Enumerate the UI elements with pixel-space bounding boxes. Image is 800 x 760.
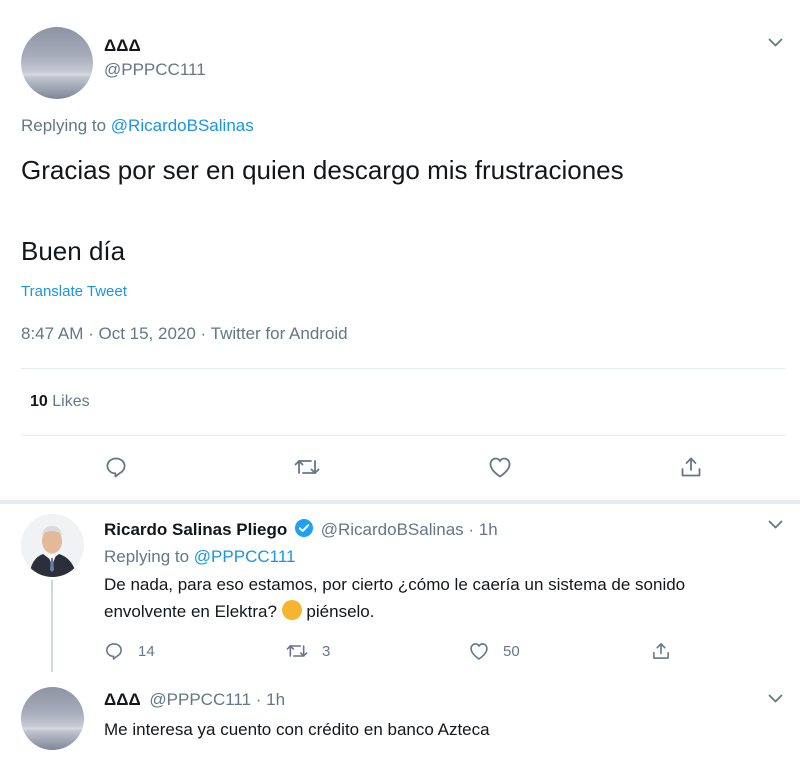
person-photo-icon xyxy=(21,514,84,577)
like-icon[interactable] xyxy=(487,455,513,479)
handle[interactable]: @PPPCC111 xyxy=(104,60,206,80)
display-name[interactable]: ΔΔΔ xyxy=(104,36,141,56)
handle[interactable]: @RicardoBSalinas xyxy=(321,520,464,539)
thinking-face-emoji: 🤔 xyxy=(281,600,302,620)
replying-to-link[interactable]: @RicardoBSalinas xyxy=(111,116,254,135)
tweet-text-line-2: Buen día xyxy=(21,236,126,266)
retweet-icon[interactable] xyxy=(294,455,320,479)
section-separator xyxy=(0,500,800,504)
tweet-text-line-2: envolvente en Elektra? 🤔 piénselo. xyxy=(104,600,374,622)
chevron-down-icon[interactable] xyxy=(768,38,783,48)
reply-icon[interactable] xyxy=(104,641,124,661)
replying-to: Replying to @RicardoBSalinas xyxy=(21,116,254,136)
reply-count: 14 xyxy=(138,642,155,660)
replying-to-label: Replying to xyxy=(104,547,190,566)
display-name[interactable]: Ricardo Salinas Pliego xyxy=(104,520,287,539)
thread-line xyxy=(51,580,53,672)
translate-tweet-link[interactable]: Translate Tweet xyxy=(21,283,127,300)
like-icon[interactable] xyxy=(468,641,490,661)
reply-action[interactable]: 14 xyxy=(104,641,155,661)
tweet-text: Me interesa ya cuento con crédito en ban… xyxy=(104,720,490,739)
tweet-time[interactable]: · 1h xyxy=(468,520,497,539)
display-name[interactable]: ΔΔΔ xyxy=(104,690,141,709)
tweet-text-line-1: De nada, para eso estamos, por cierto ¿c… xyxy=(104,575,686,594)
replying-to-label: Replying to xyxy=(21,116,107,135)
likes-summary[interactable]: 10 Likes xyxy=(30,393,90,411)
divider xyxy=(21,368,786,369)
retweet-action[interactable]: 3 xyxy=(286,641,330,661)
reply-icon[interactable] xyxy=(104,455,128,479)
avatar[interactable] xyxy=(21,27,93,99)
tweet-text-part: piénselo. xyxy=(306,602,375,621)
avatar[interactable] xyxy=(21,514,84,577)
tweet-text-part: envolvente en Elektra? xyxy=(104,602,277,621)
share-icon[interactable] xyxy=(651,641,671,661)
verified-badge-icon xyxy=(294,518,314,538)
tweet-text-line-1: Gracias por ser en quien descargo mis fr… xyxy=(21,155,624,185)
likes-label: Likes xyxy=(52,393,90,410)
like-count: 50 xyxy=(503,642,520,660)
like-action[interactable]: 50 xyxy=(468,641,520,661)
divider xyxy=(21,435,786,436)
likes-count: 10 xyxy=(30,393,48,410)
replying-to: Replying to @PPPCC111 xyxy=(104,547,295,567)
tweet-header: ΔΔΔ @PPPCC111 · 1h xyxy=(104,690,285,710)
chevron-down-icon[interactable] xyxy=(768,694,783,704)
handle[interactable]: @PPPCC111 xyxy=(149,690,251,709)
tweet-time[interactable]: · 1h xyxy=(256,690,285,709)
tweet-header: Ricardo Salinas Pliego @RicardoBSalinas … xyxy=(104,518,498,540)
share-icon[interactable] xyxy=(679,455,703,479)
retweet-icon[interactable] xyxy=(286,641,308,661)
avatar[interactable] xyxy=(21,687,84,750)
timestamp[interactable]: 8:47 AM · Oct 15, 2020 · Twitter for And… xyxy=(21,324,348,344)
retweet-count: 3 xyxy=(322,642,331,660)
chevron-down-icon[interactable] xyxy=(768,520,783,530)
replying-to-link[interactable]: @PPPCC111 xyxy=(194,547,296,566)
